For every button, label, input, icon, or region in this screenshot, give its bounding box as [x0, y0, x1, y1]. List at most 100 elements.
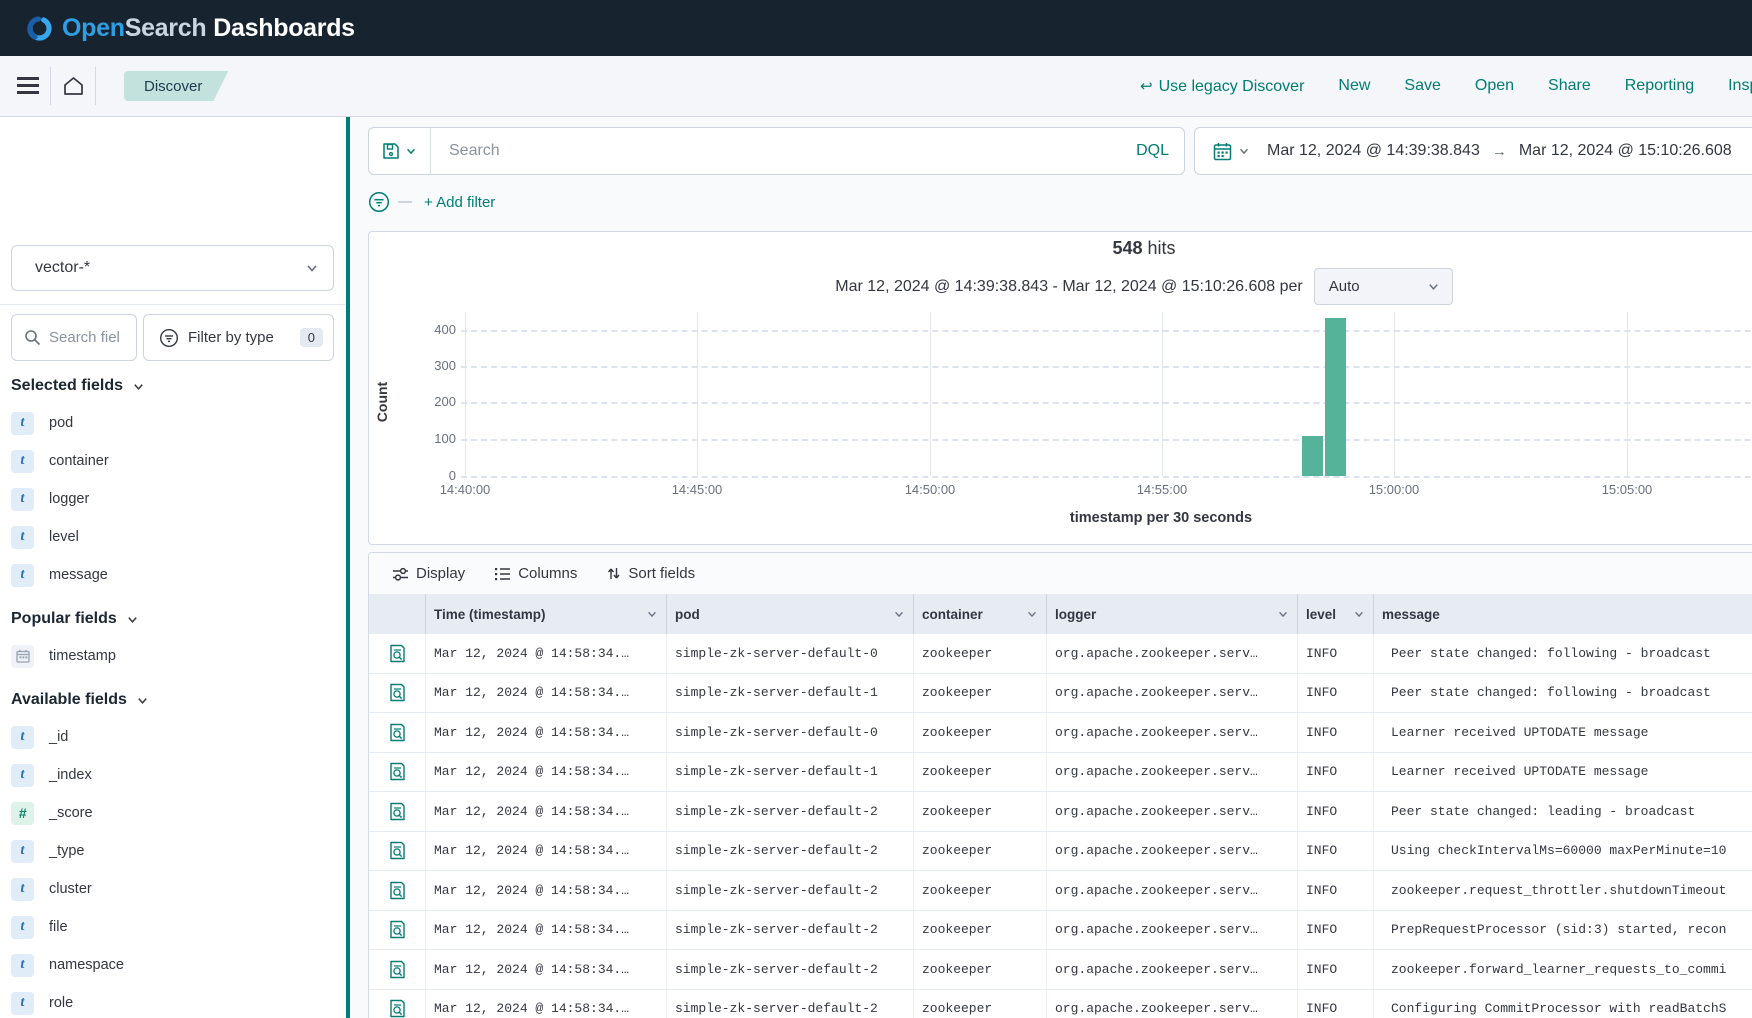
cell-level: INFO [1298, 950, 1374, 989]
header-level[interactable]: level [1298, 594, 1374, 634]
field-item-logger[interactable]: tlogger [0, 480, 345, 518]
hits-label: hits [1148, 238, 1176, 258]
filter-bar: + Add filter [368, 189, 495, 215]
home-button[interactable] [51, 66, 95, 106]
field-type-badge: t [11, 488, 34, 511]
opensearch-logo-icon[interactable] [26, 15, 53, 42]
expand-document-button[interactable] [388, 644, 407, 663]
cell-level: INFO [1298, 832, 1374, 871]
expand-document-button[interactable] [388, 960, 407, 979]
display-button[interactable]: Display [393, 565, 465, 582]
table-body: Mar 12, 2024 @ 14:58:34.… simple-zk-serv… [369, 634, 1752, 1018]
filter-circle-icon[interactable] [368, 191, 390, 213]
table-row: Mar 12, 2024 @ 14:58:34.… simple-zk-serv… [369, 753, 1752, 793]
cell-message: Peer state changed: following - broadcas… [1374, 634, 1752, 673]
topbar: OpenSearchDashboards [0, 0, 1752, 56]
field-item-index[interactable]: t_index [0, 756, 345, 794]
cell-message: Peer state changed: following - broadcas… [1374, 674, 1752, 713]
selected-fields-heading[interactable]: Selected fields [11, 377, 334, 395]
reporting-link[interactable]: Reporting [1625, 77, 1694, 95]
filter-by-type-button[interactable]: Filter by type 0 [143, 314, 334, 361]
saved-queries-button[interactable] [369, 128, 431, 174]
expand-document-button[interactable] [388, 881, 407, 900]
field-type-badge: t [11, 916, 34, 939]
search-input[interactable] [431, 142, 1121, 160]
field-item-file[interactable]: tfile [0, 908, 345, 946]
new-link[interactable]: New [1338, 77, 1370, 95]
histogram-bar[interactable] [1302, 436, 1323, 476]
brand-search: Search [125, 14, 207, 42]
cell-time: Mar 12, 2024 @ 14:58:34.… [426, 832, 667, 871]
field-item-pod[interactable]: tpod [0, 404, 345, 442]
popular-fields-heading[interactable]: Popular fields [11, 610, 334, 628]
cell-pod: simple-zk-server-default-0 [667, 634, 914, 673]
cell-time: Mar 12, 2024 @ 14:58:34.… [426, 713, 667, 752]
cell-container: zookeeper [914, 674, 1047, 713]
field-item-score[interactable]: #_score [0, 794, 345, 832]
save-link[interactable]: Save [1404, 77, 1440, 95]
field-item-role[interactable]: trole [0, 984, 345, 1018]
table-row: Mar 12, 2024 @ 14:58:34.… simple-zk-serv… [369, 713, 1752, 753]
field-item-id[interactable]: t_id [0, 718, 345, 756]
cell-time: Mar 12, 2024 @ 14:58:34.… [426, 871, 667, 910]
columns-button[interactable]: Columns [495, 565, 577, 582]
chevron-down-icon [132, 380, 145, 393]
inspect-document-icon [388, 802, 407, 821]
index-pattern-select[interactable]: vector-* [11, 245, 334, 291]
cell-container: zookeeper [914, 871, 1047, 910]
cell-logger: org.apache.zookeeper.serv… [1047, 990, 1298, 1018]
header-time[interactable]: Time (timestamp) [426, 594, 667, 634]
add-filter-button[interactable]: + Add filter [424, 194, 495, 211]
header-logger[interactable]: logger [1047, 594, 1298, 634]
field-item-timestamp[interactable]: timestamp [0, 637, 345, 675]
open-link[interactable]: Open [1475, 77, 1514, 95]
expand-document-button[interactable] [388, 723, 407, 742]
date-end[interactable]: Mar 12, 2024 @ 15:10:26.608 [1519, 142, 1732, 160]
field-search-input[interactable] [49, 329, 119, 346]
available-fields-heading[interactable]: Available fields [11, 691, 334, 709]
cell-time: Mar 12, 2024 @ 14:58:34.… [426, 792, 667, 831]
share-link[interactable]: Share [1548, 77, 1591, 95]
cell-level: INFO [1298, 990, 1374, 1018]
expand-document-button[interactable] [388, 802, 407, 821]
use-legacy-discover-link[interactable]: ↩Use legacy Discover [1140, 77, 1304, 96]
field-item-namespace[interactable]: tnamespace [0, 946, 345, 984]
table-row: Mar 12, 2024 @ 14:58:34.… simple-zk-serv… [369, 871, 1752, 911]
cell-logger: org.apache.zookeeper.serv… [1047, 753, 1298, 792]
sort-fields-button[interactable]: Sort fields [607, 565, 695, 582]
gridline [1162, 312, 1163, 476]
columns-list-icon [495, 567, 510, 581]
histogram-bar[interactable] [1325, 318, 1346, 476]
sidebar-resize-handle[interactable] [346, 117, 350, 1018]
inspect-document-icon [388, 920, 407, 939]
quick-select-button[interactable] [1195, 142, 1267, 161]
expand-document-button[interactable] [388, 683, 407, 702]
field-item-container[interactable]: tcontainer [0, 442, 345, 480]
cell-message: zookeeper.request_throttler.shutdownTime… [1374, 871, 1752, 910]
field-item-type[interactable]: t_type [0, 832, 345, 870]
table-row: Mar 12, 2024 @ 14:58:34.… simple-zk-serv… [369, 950, 1752, 990]
results-table-panel: Display Columns Sort fields [368, 552, 1752, 1018]
expand-document-button[interactable] [388, 841, 407, 860]
header-container[interactable]: container [914, 594, 1047, 634]
nav-actions: ↩Use legacy Discover New Save Open Share… [1140, 56, 1752, 116]
nav-divider [95, 67, 96, 105]
breadcrumb-discover[interactable]: Discover [124, 71, 228, 101]
header-message[interactable]: message [1374, 594, 1752, 634]
header-pod[interactable]: pod [667, 594, 914, 634]
interval-select[interactable]: Auto [1314, 268, 1453, 305]
date-start[interactable]: Mar 12, 2024 @ 14:39:38.843 [1267, 142, 1480, 160]
query-language-button[interactable]: DQL [1121, 142, 1184, 160]
cell-container: zookeeper [914, 634, 1047, 673]
cell-container: zookeeper [914, 911, 1047, 950]
field-item-message[interactable]: tmessage [0, 556, 345, 594]
field-type-badge: t [11, 992, 34, 1015]
field-item-level[interactable]: tlevel [0, 518, 345, 556]
menu-button[interactable] [6, 66, 50, 106]
expand-document-button[interactable] [388, 999, 407, 1018]
field-item-cluster[interactable]: tcluster [0, 870, 345, 908]
expand-document-button[interactable] [388, 762, 407, 781]
cell-message: Learner received UPTODATE message [1374, 753, 1752, 792]
expand-document-button[interactable] [388, 920, 407, 939]
inspect-link[interactable]: Inspect [1728, 77, 1752, 95]
